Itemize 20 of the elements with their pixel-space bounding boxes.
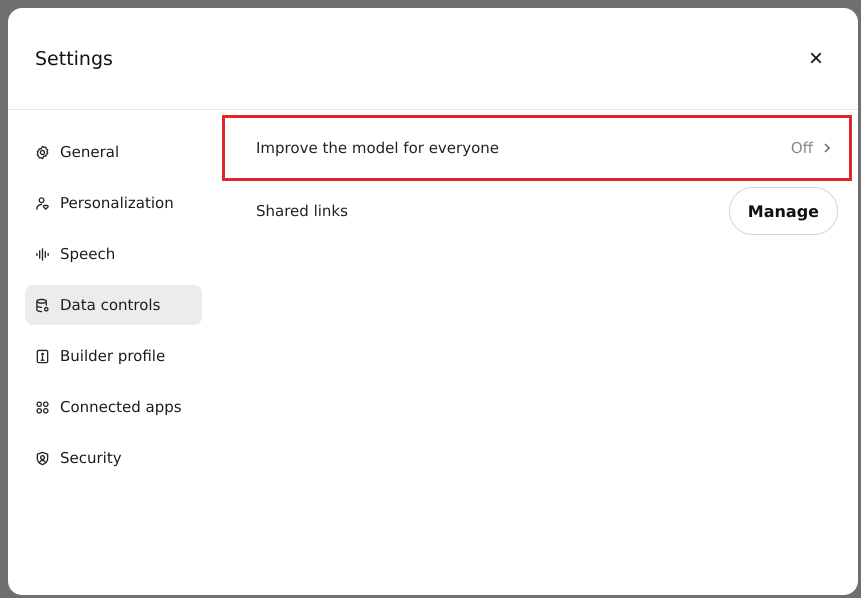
sidebar-item[interactable]: Connected apps <box>25 387 202 427</box>
sidebar-item[interactable]: Security <box>25 438 202 478</box>
sidebar-item[interactable]: Personalization <box>25 183 202 223</box>
sidebar-item[interactable]: Data controls <box>25 285 202 325</box>
sound-wave-icon <box>35 246 50 262</box>
chevron-right-icon[interactable] <box>823 142 831 154</box>
setting-label: Improve the model for everyone <box>256 139 499 157</box>
setting-label: Shared links <box>256 202 348 220</box>
apps-icon <box>35 400 50 414</box>
sidebar-item[interactable]: Speech <box>25 234 202 274</box>
person-icon <box>35 196 50 210</box>
shield-icon <box>35 450 50 466</box>
manage-button[interactable]: Manage <box>728 187 838 235</box>
gear-icon <box>35 144 50 160</box>
sidebar-item[interactable]: General <box>25 132 202 172</box>
dialog-title: Settings <box>35 48 113 70</box>
close-button[interactable]: × <box>800 46 831 70</box>
badge-icon <box>35 348 50 364</box>
database-icon <box>35 298 50 312</box>
sidebar-item[interactable]: Builder profile <box>25 336 202 376</box>
